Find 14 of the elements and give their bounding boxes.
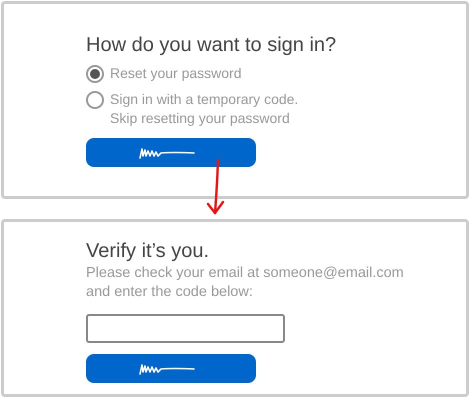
code-field[interactable] [86,314,285,343]
scribble-icon [139,362,195,374]
option-label: Sign in with a temporary code. [110,90,298,109]
radio-button[interactable] [86,91,104,109]
option-label: Reset your password [110,64,242,83]
heading: How do you want to sign in? [86,33,336,58]
arrow-drawing [206,158,224,214]
scribble-icon [139,146,195,158]
submit-button[interactable] [86,138,256,167]
radio-button[interactable] [86,65,104,83]
heading: Verify it’s you. [86,239,210,264]
submit-button[interactable] [86,354,256,383]
instruction-text: Please check your email at someone@email.com and enter the code below: [86,264,404,302]
option-detail: Skip resetting your password [110,109,291,128]
